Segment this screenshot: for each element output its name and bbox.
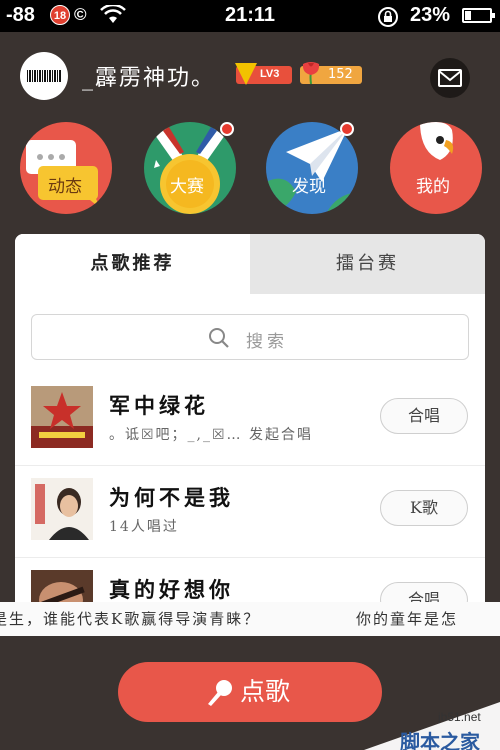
flower-count: 152 <box>328 67 353 82</box>
nav-faxian[interactable]: 发现 <box>266 122 358 214</box>
avatar[interactable] <box>20 52 68 100</box>
flower-icon <box>300 60 322 86</box>
ticker-text-2: 你的童年是怎 <box>356 610 459 628</box>
nav-dasai-label: 大赛 <box>170 177 204 197</box>
album-cover <box>31 478 93 540</box>
watermark-name: 脚本之家 <box>400 730 480 750</box>
nav-faxian-notification-dot <box>340 122 354 136</box>
username: _霹雳神功。 <box>82 66 216 91</box>
nav-wode-label: 我的 <box>416 177 450 197</box>
mail-button[interactable] <box>430 58 470 98</box>
level-badge: LV3 <box>235 63 292 85</box>
microphone-icon <box>208 680 232 706</box>
vip-v-icon <box>235 63 257 85</box>
level-text: LV3 <box>260 68 280 80</box>
flower-count-badge: 152 <box>300 62 362 85</box>
song-title: 真的好想你 <box>109 577 234 602</box>
karaoke-button[interactable]: K歌 <box>380 490 468 526</box>
album-cover <box>31 386 93 448</box>
announcement-ticker[interactable]: 是生，谁能代表K歌赢得导演青睐？ 你的童年是怎 <box>0 602 500 636</box>
watermark-site: jb51.net <box>438 710 481 724</box>
rotation-lock-icon <box>377 6 399 34</box>
nav-dasai-notification-dot <box>220 122 234 136</box>
nav-dongtai[interactable]: 动态 <box>20 122 112 214</box>
song-subtitle: 。诋☒吧；_,_☒… 发起合唱 <box>109 427 314 443</box>
nav-faxian-label: 发现 <box>292 177 326 197</box>
tab-arena[interactable]: 擂台赛 <box>250 234 485 294</box>
search-icon <box>209 328 229 348</box>
song-title: 军中绿花 <box>109 393 209 418</box>
status-bar: -88 18 © 21:11 23% <box>0 0 500 32</box>
nav-dasai[interactable]: 大赛 <box>144 122 236 214</box>
paper-plane-icon <box>266 128 358 214</box>
song-title: 为何不是我 <box>109 485 234 510</box>
list-item[interactable]: 为何不是我 14人唱过 K歌 <box>15 466 485 558</box>
song-panel: 点歌推荐 擂台赛 搜索 军中绿花 。诋☒吧；_,_☒… 发起合唱 合唱 为何不是… <box>15 234 485 634</box>
battery-icon <box>462 8 495 23</box>
search-input[interactable]: 搜索 <box>31 314 469 360</box>
ticker-text-1: 是生，谁能代表K歌赢得导演青睐？ <box>0 610 261 628</box>
chat-bubble-icon <box>26 140 100 208</box>
nav-wode[interactable]: 我的 <box>390 122 482 214</box>
parrot-icon <box>420 122 454 160</box>
tab-song-recommend[interactable]: 点歌推荐 <box>15 234 250 294</box>
battery-percent: 23% <box>410 4 451 26</box>
barcode-image <box>27 70 61 82</box>
nav-dongtai-label: 动态 <box>48 177 82 197</box>
medal-icon <box>150 122 230 214</box>
envelope-icon <box>438 69 462 87</box>
chorus-button[interactable]: 合唱 <box>380 398 468 434</box>
search-placeholder: 搜索 <box>246 332 288 352</box>
request-song-label: 点歌 <box>240 677 291 706</box>
list-item[interactable]: 军中绿花 。诋☒吧；_,_☒… 发起合唱 合唱 <box>15 374 485 466</box>
request-song-button[interactable]: 点歌 <box>118 662 382 722</box>
song-subtitle: 14人唱过 <box>109 519 179 535</box>
